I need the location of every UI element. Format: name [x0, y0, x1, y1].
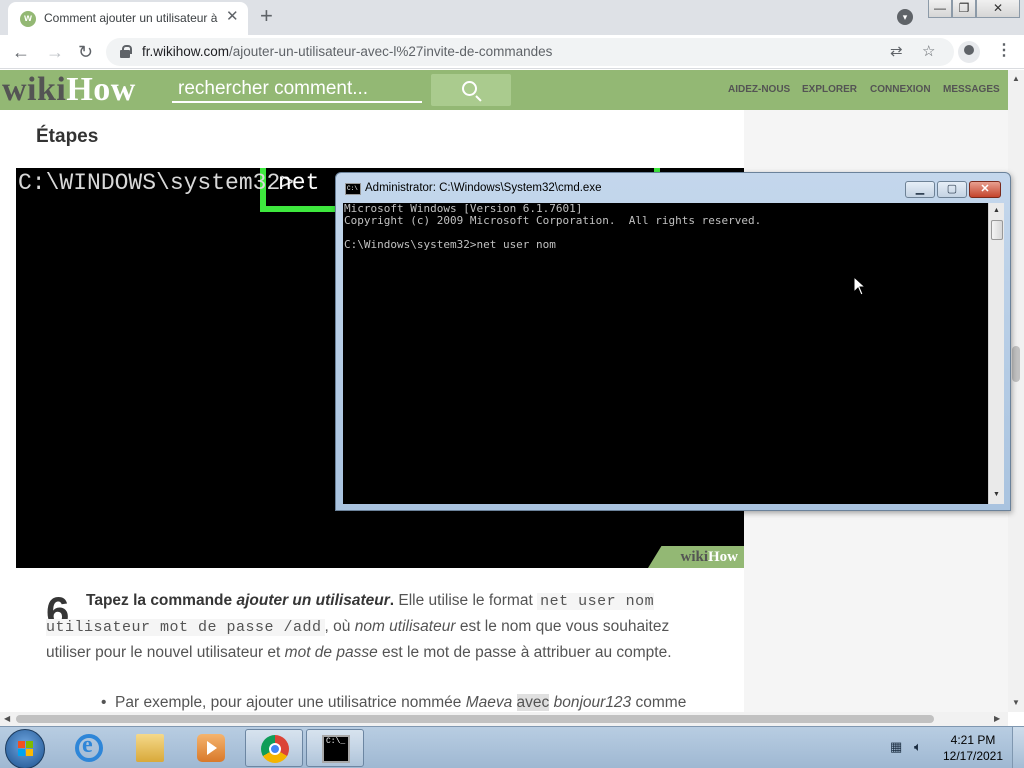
hscroll-thumb[interactable] [16, 715, 934, 723]
browser-toolbar: ← → ↻ fr.wikihow.com/ajouter-un-utilisat… [0, 35, 1024, 69]
step-t4: est le mot de passe à attribuer au compt… [377, 644, 672, 661]
tab-title: Comment ajouter un utilisateur à [44, 11, 218, 25]
step-lead-text: Tapez la commande [86, 592, 237, 609]
url-text: fr.wikihow.com/ajouter-un-utilisateur-av… [142, 44, 552, 59]
bullet-selected: avec [516, 694, 550, 711]
clock-date: 12/17/2021 [942, 749, 1004, 763]
url-host: fr.wikihow.com [142, 44, 230, 59]
tab-close-icon[interactable]: ✕ [226, 9, 239, 25]
minimize-button[interactable]: — [928, 0, 952, 18]
scroll-up-icon[interactable]: ▲ [1012, 74, 1020, 84]
back-arrow-icon[interactable]: ← [12, 40, 30, 64]
nav-aidez-nous[interactable]: AIDEZ-NOUS [728, 84, 790, 95]
step-lead: Tapez la commande ajouter un utilisateur… [86, 592, 394, 609]
cmd-scroll-down-icon[interactable]: ▼ [993, 490, 1000, 499]
search-icon [462, 81, 477, 96]
bullet-item: • Par exemple, pour ajouter une utilisat… [101, 694, 687, 711]
new-tab-button[interactable]: + [260, 4, 273, 28]
search-button[interactable] [431, 74, 511, 106]
tab-search-icon[interactable]: ▾ [897, 9, 913, 25]
volume-icon[interactable]: 🔈︎ [914, 739, 922, 755]
cmd-line: C:\Windows\system32>net user nom [344, 238, 556, 251]
cmd-scroll-up-icon[interactable]: ▲ [993, 206, 1000, 215]
step-em2: mot de passe [284, 644, 378, 661]
taskbar-chrome[interactable] [245, 729, 303, 767]
cmd-maximize-button[interactable]: ▢ [937, 181, 967, 198]
show-desktop-button[interactable] [1012, 727, 1024, 768]
search-input[interactable]: rechercher comment... [172, 75, 422, 103]
cmd-scroll-thumb[interactable] [991, 220, 1003, 240]
folder-icon [136, 734, 164, 762]
clock-time: 4:21 PM [950, 733, 996, 747]
cmd-line: Copyright (c) 2009 Microsoft Corporation… [344, 214, 762, 227]
step-lead-em: ajouter un utilisateur [236, 592, 390, 609]
logo-how: How [66, 71, 136, 108]
cmd-console[interactable]: Microsoft Windows [Version 6.1.7601] Cop… [343, 203, 988, 504]
cmd-close-button[interactable]: ✕ [969, 181, 1001, 198]
step-em1: nom utilisateur [354, 618, 456, 635]
logo-wiki: wiki [2, 71, 67, 108]
forward-arrow-icon[interactable]: → [46, 40, 64, 64]
restore-button[interactable]: ❐ [952, 0, 976, 18]
wikihow-header: wikiHow rechercher comment... AIDEZ-NOUS… [0, 70, 1008, 110]
url-path: /ajouter-un-utilisateur-avec-l%27invite-… [229, 44, 553, 59]
media-player-icon [197, 734, 225, 762]
chrome-icon [261, 735, 289, 763]
close-window-button[interactable]: ✕ [976, 0, 1020, 18]
browser-tab[interactable]: w Comment ajouter un utilisateur à ✕ [8, 2, 248, 35]
watermark-how: How [708, 549, 738, 565]
step-text: Tapez la commande ajouter un utilisateur… [46, 588, 696, 665]
address-bar[interactable]: fr.wikihow.com/ajouter-un-utilisateur-av… [106, 38, 954, 66]
nav-explorer[interactable]: EXPLORER [802, 84, 857, 95]
taskbar: C:\_ ▦ 🔈︎ 4:21 PM 12/17/2021 [0, 726, 1024, 768]
step-t1: Elle utilise le format [394, 592, 538, 609]
horizontal-scrollbar[interactable]: ◀ ▶ [0, 712, 1008, 726]
taskbar-media-player[interactable] [182, 729, 240, 767]
scroll-right-icon[interactable]: ▶ [994, 714, 1000, 724]
watermark-wiki: wiki [680, 549, 708, 565]
cmd-scrollbar[interactable]: ▲ ▼ [988, 203, 1004, 504]
wikihow-watermark: wikiHow [680, 549, 738, 566]
cmd-titlebar[interactable]: C:\ Administrator: C:\Windows\System32\c… [336, 173, 1010, 203]
clock[interactable]: 4:21 PM 12/17/2021 [940, 732, 1006, 764]
wikihow-favicon-icon: w [20, 11, 36, 27]
taskbar-windows-explorer[interactable] [121, 729, 179, 767]
bullet-a: Par exemple, pour ajouter une utilisatri… [115, 694, 466, 711]
nav-messages[interactable]: MESSAGES [943, 84, 1000, 95]
menu-kebab-icon[interactable]: ⋮ [996, 42, 1012, 60]
tab-strip: w Comment ajouter un utilisateur à ✕ + ▾… [0, 0, 1024, 35]
cmd-title: Administrator: C:\Windows\System32\cmd.e… [365, 182, 602, 194]
network-icon[interactable]: ▦ [890, 739, 902, 755]
command-prompt-icon: C:\_ [322, 735, 350, 763]
wikihow-logo[interactable]: wikiHow [2, 72, 136, 108]
section-title: Étapes [36, 126, 99, 147]
scroll-left-icon[interactable]: ◀ [4, 714, 10, 724]
image-prompt-text: C:\WINDOWS\system32> [18, 170, 295, 196]
start-button[interactable] [5, 729, 45, 768]
cmd-window-icon: C:\ [345, 183, 361, 195]
cmd-window[interactable]: C:\ Administrator: C:\Windows\System32\c… [335, 172, 1011, 511]
translate-icon[interactable]: ⇄ [890, 44, 903, 60]
cmd-minimize-button[interactable]: ▁ [905, 181, 935, 198]
nav-connexion[interactable]: CONNEXION [870, 84, 931, 95]
bookmark-star-icon[interactable]: ☆ [922, 44, 935, 60]
scroll-thumb[interactable] [1012, 346, 1020, 382]
scroll-down-icon[interactable]: ▼ [1012, 698, 1020, 708]
bullet-b: comme [631, 694, 687, 711]
taskbar-cmd[interactable]: C:\_ [306, 729, 364, 767]
taskbar-internet-explorer[interactable] [60, 729, 118, 767]
profile-avatar-icon[interactable] [958, 41, 980, 63]
internet-explorer-icon [75, 732, 103, 762]
lock-icon[interactable] [120, 45, 132, 58]
bullet-em1: Maeva [465, 694, 513, 711]
reload-icon[interactable]: ↻ [78, 40, 93, 64]
windows-logo-icon [18, 741, 34, 757]
step-t2: , où [324, 618, 355, 635]
bullet-em2: bonjour123 [553, 694, 632, 711]
